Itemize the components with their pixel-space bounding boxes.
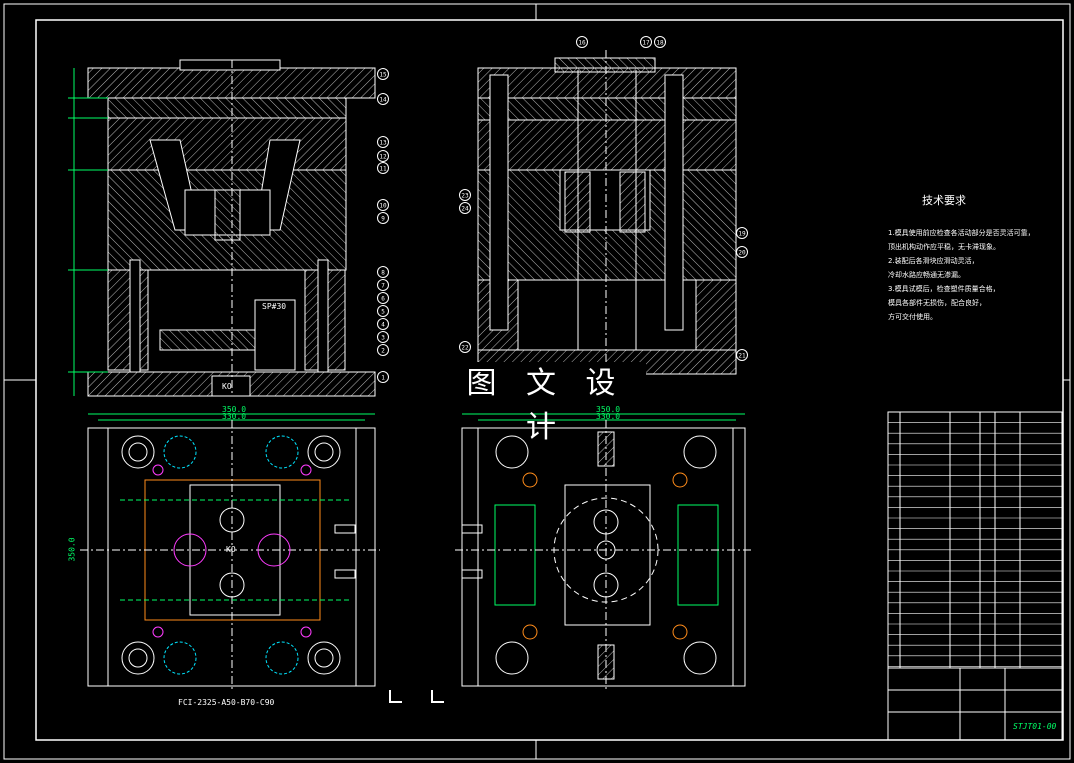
tech-line: 方可交付使用。 [888,313,937,321]
right-plan-view [455,413,752,690]
drawing-number: STJT01-00 [1013,722,1057,731]
dim-top-2: 330.0 [222,412,247,421]
bill-of-materials [887,411,1063,741]
svg-text:3: 3 [381,335,385,342]
tech-line: 冷却水路应畅通无渗漏。 [888,271,965,279]
ko-center-label: KO [226,545,236,554]
left-section-view [68,59,376,397]
svg-text:12: 12 [379,154,387,161]
part-balloon-1: 1 [377,371,389,383]
corner-mark-left [389,690,402,703]
part-balloon-19: 19 [736,227,748,239]
part-balloon-7: 7 [377,279,389,291]
ko-block-label: KO [222,382,232,391]
svg-text:16: 16 [578,40,586,47]
plate-caption: FCI-2325-A50-B70-C90 [178,698,275,707]
svg-text:15: 15 [379,72,387,79]
svg-text:13: 13 [379,140,387,147]
part-balloon-4: 4 [377,318,389,330]
part-balloon-3: 3 [377,331,389,343]
svg-text:19: 19 [738,231,746,238]
right-section-view [477,50,737,375]
part-balloon-22: 22 [459,341,471,353]
svg-text:1: 1 [381,375,385,382]
part-balloon-6: 6 [377,292,389,304]
watermark-text: 图 文 设 计 [446,362,646,445]
part-balloon-20: 20 [736,246,748,258]
part-balloon-16: 16 [576,36,588,48]
svg-text:18: 18 [656,40,664,47]
svg-text:21: 21 [738,353,746,360]
dim-vertical: 350.0 [67,537,77,562]
svg-text:17: 17 [642,40,650,47]
part-balloon-10: 10 [377,199,389,211]
part-balloon-21: 21 [736,349,748,361]
svg-text:22: 22 [461,345,469,352]
tech-line: 模具各部件无损伤，配合良好， [888,299,986,307]
part-balloon-11: 11 [377,162,389,174]
dim-right-top-2: 330.0 [596,412,621,421]
part-balloon-23: 23 [459,189,471,201]
svg-text:2: 2 [381,348,385,355]
part-balloon-8: 8 [377,266,389,278]
part-balloon-17: 17 [640,36,652,48]
tech-line: 3.模具试模后，检查塑件质量合格， [888,285,1000,293]
corner-mark-right [431,690,444,703]
part-balloon-15: 15 [377,68,389,80]
part-balloon-9: 9 [377,212,389,224]
part-balloon-13: 13 [377,136,389,148]
tech-requirements-title: 技术要求 [922,194,966,207]
part-balloon-24: 24 [459,202,471,214]
svg-text:24: 24 [461,206,469,213]
svg-text:7: 7 [381,283,385,290]
svg-text:20: 20 [738,250,746,257]
tech-line: 顶出机构动作应平稳，无卡滞现象。 [888,243,1000,251]
tech-line: 2.装配后各滑块应滑动灵活， [888,257,979,265]
svg-text:4: 4 [381,322,385,329]
svg-text:10: 10 [379,203,387,210]
svg-text:6: 6 [381,296,385,303]
part-balloon-14: 14 [377,93,389,105]
svg-text:11: 11 [379,166,387,173]
svg-text:14: 14 [379,97,387,104]
svg-text:5: 5 [381,309,385,316]
part-balloon-18: 18 [654,36,666,48]
svg-text:8: 8 [381,270,385,277]
part-balloon-12: 12 [377,150,389,162]
tech-line: 1.模具使用前应检查各活动部分是否灵活可靠， [888,229,1035,237]
part-balloon-5: 5 [377,305,389,317]
part-balloon-2: 2 [377,344,389,356]
svg-text:9: 9 [381,216,385,223]
sp-label: SP#30 [262,302,287,311]
svg-text:23: 23 [461,193,469,200]
